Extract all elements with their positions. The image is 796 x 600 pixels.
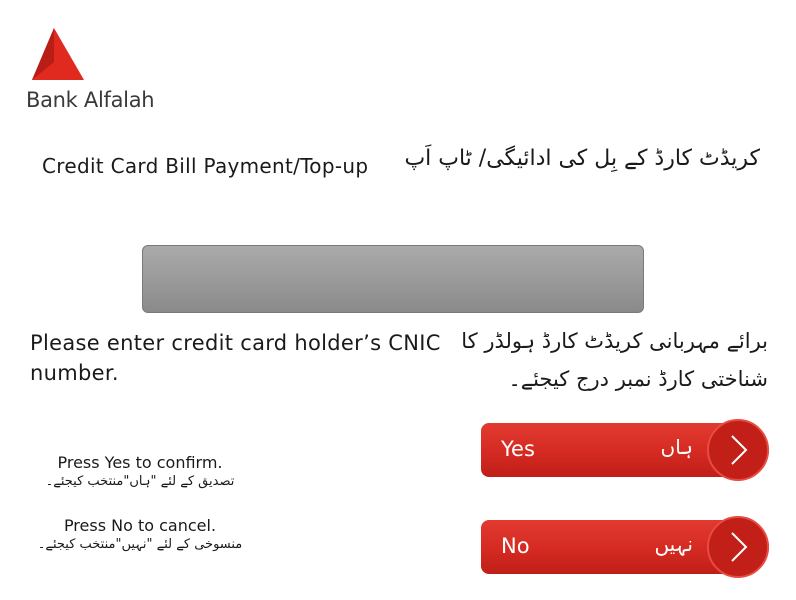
cnic-input-field[interactable]	[142, 245, 644, 313]
no-hint-urdu: منسوخی کے لئے "نہیں"منتخب کیجئے۔	[37, 537, 243, 552]
yes-label-urdu: ہاں	[660, 435, 694, 459]
no-button[interactable]: No نہیں	[481, 516, 769, 578]
chevron-right-icon	[707, 516, 769, 578]
yes-hint-urdu: تصدیق کے لئے "ہاں"منتخب کیجئے۔	[45, 474, 235, 489]
prompt-english: Please enter credit card holder’s CNIC n…	[30, 331, 441, 385]
yes-button[interactable]: Yes ہاں	[481, 419, 769, 481]
yes-hint-english: Press Yes to confirm.	[57, 453, 223, 472]
brand-name: Bank Alfalah	[26, 88, 155, 112]
alfalah-logo-icon	[32, 28, 84, 80]
no-hint: Press No to cancel. منسوخی کے لئے "نہیں"…	[30, 516, 250, 552]
yes-label-english: Yes	[501, 437, 535, 461]
screen-title-english: Credit Card Bill Payment/Top-up	[42, 154, 369, 178]
no-label-urdu: نہیں	[654, 532, 693, 556]
yes-hint: Press Yes to confirm. تصدیق کے لئے "ہاں"…	[30, 453, 250, 489]
chevron-right-icon	[707, 419, 769, 481]
prompt-urdu: برائے مہربانی کریڈٹ کارڈ ہولڈر کا شناختی…	[461, 329, 768, 391]
bank-logo: Bank Alfalah	[26, 26, 166, 116]
no-hint-english: Press No to cancel.	[63, 516, 217, 535]
screen-title-urdu: کریڈٹ کارڈ کے بِل کی ادائیگی/ ٹاپ اَپ	[404, 146, 760, 171]
no-label-english: No	[501, 534, 530, 558]
